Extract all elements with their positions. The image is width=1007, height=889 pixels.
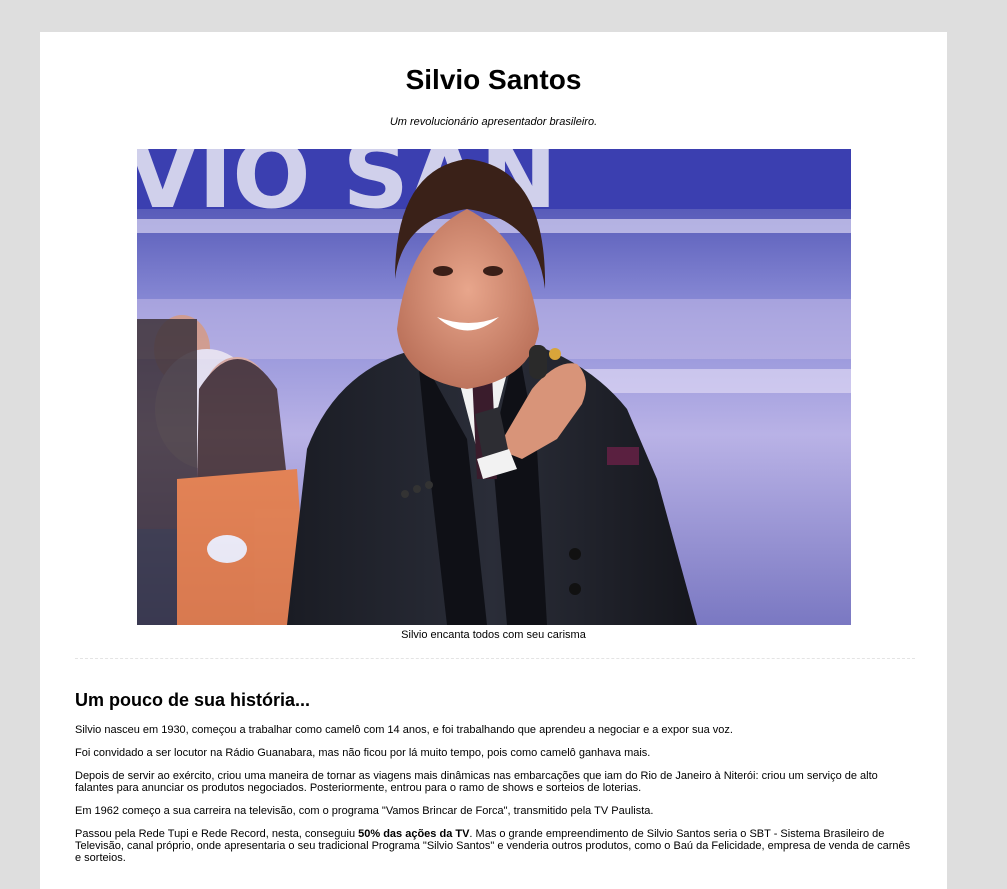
history-paragraph-3: Depois de servir ao exército, criou uma … [75, 770, 878, 794]
page-container: Silvio Santos Um revolucionário apresent… [40, 32, 947, 889]
history-paragraph-5-start: Passou pela Rede Tupi e Rede Record, nes… [75, 828, 359, 840]
photo-caption: Silvio encanta todos com seu carisma [401, 629, 586, 641]
history-paragraph-1: Silvio nasceu em 1930, começou a trabalh… [75, 724, 733, 736]
history-paragraph-5: Passou pela Rede Tupi e Rede Record, nes… [75, 828, 915, 864]
tribute-photo: VIO SAN [137, 149, 851, 625]
history-paragraph-2: Foi convidado a ser locutor na Rádio Gua… [75, 747, 651, 759]
history-content: Silvio nasceu em 1930, começou a trabalh… [75, 724, 915, 875]
section-divider [75, 658, 915, 659]
page-subtitle: Um revolucionário apresentador brasileir… [389, 116, 598, 128]
page-title: Silvio Santos [405, 64, 582, 95]
history-highlight: 50% das ações da TV [358, 828, 470, 840]
history-paragraph-4: Em 1962 começo a sua carreira na televis… [75, 805, 654, 817]
history-heading: Um pouco de sua história... [75, 690, 311, 710]
